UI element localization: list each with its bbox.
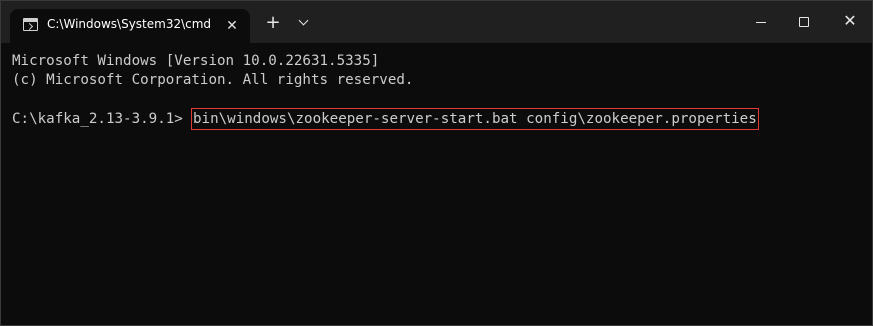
- close-tab-icon[interactable]: ✕: [222, 16, 242, 36]
- command-prompt: C:\kafka_2.13-3.9.1>: [12, 111, 183, 127]
- terminal-window: C:\Windows\System32\cmd.e ✕ + ✕ Microsof…: [0, 0, 873, 326]
- chevron-down-icon: [298, 15, 309, 26]
- copyright-line: (c) Microsoft Corporation. All rights re…: [12, 72, 414, 88]
- tab-title: C:\Windows\System32\cmd.e: [47, 17, 212, 31]
- minimize-button[interactable]: [738, 1, 784, 43]
- plus-icon: +: [265, 12, 281, 33]
- maximize-button[interactable]: [784, 1, 830, 43]
- maximize-icon: [799, 17, 809, 27]
- new-tab-button[interactable]: +: [263, 13, 283, 33]
- title-bar[interactable]: C:\Windows\System32\cmd.e ✕ + ✕: [1, 1, 872, 43]
- version-line: Microsoft Windows [Version 10.0.22631.53…: [12, 53, 380, 69]
- tab-dropdown-button[interactable]: [294, 13, 314, 33]
- highlighted-command[interactable]: bin\windows\zookeeper-server-start.bat c…: [191, 108, 759, 130]
- close-window-button[interactable]: ✕: [826, 1, 872, 43]
- minimize-icon: [756, 22, 766, 23]
- close-icon: ✕: [843, 11, 857, 30]
- console-output[interactable]: Microsoft Windows [Version 10.0.22631.53…: [1, 43, 872, 325]
- tab-cmd[interactable]: C:\Windows\System32\cmd.e ✕: [10, 9, 250, 43]
- cmd-icon: [23, 18, 38, 31]
